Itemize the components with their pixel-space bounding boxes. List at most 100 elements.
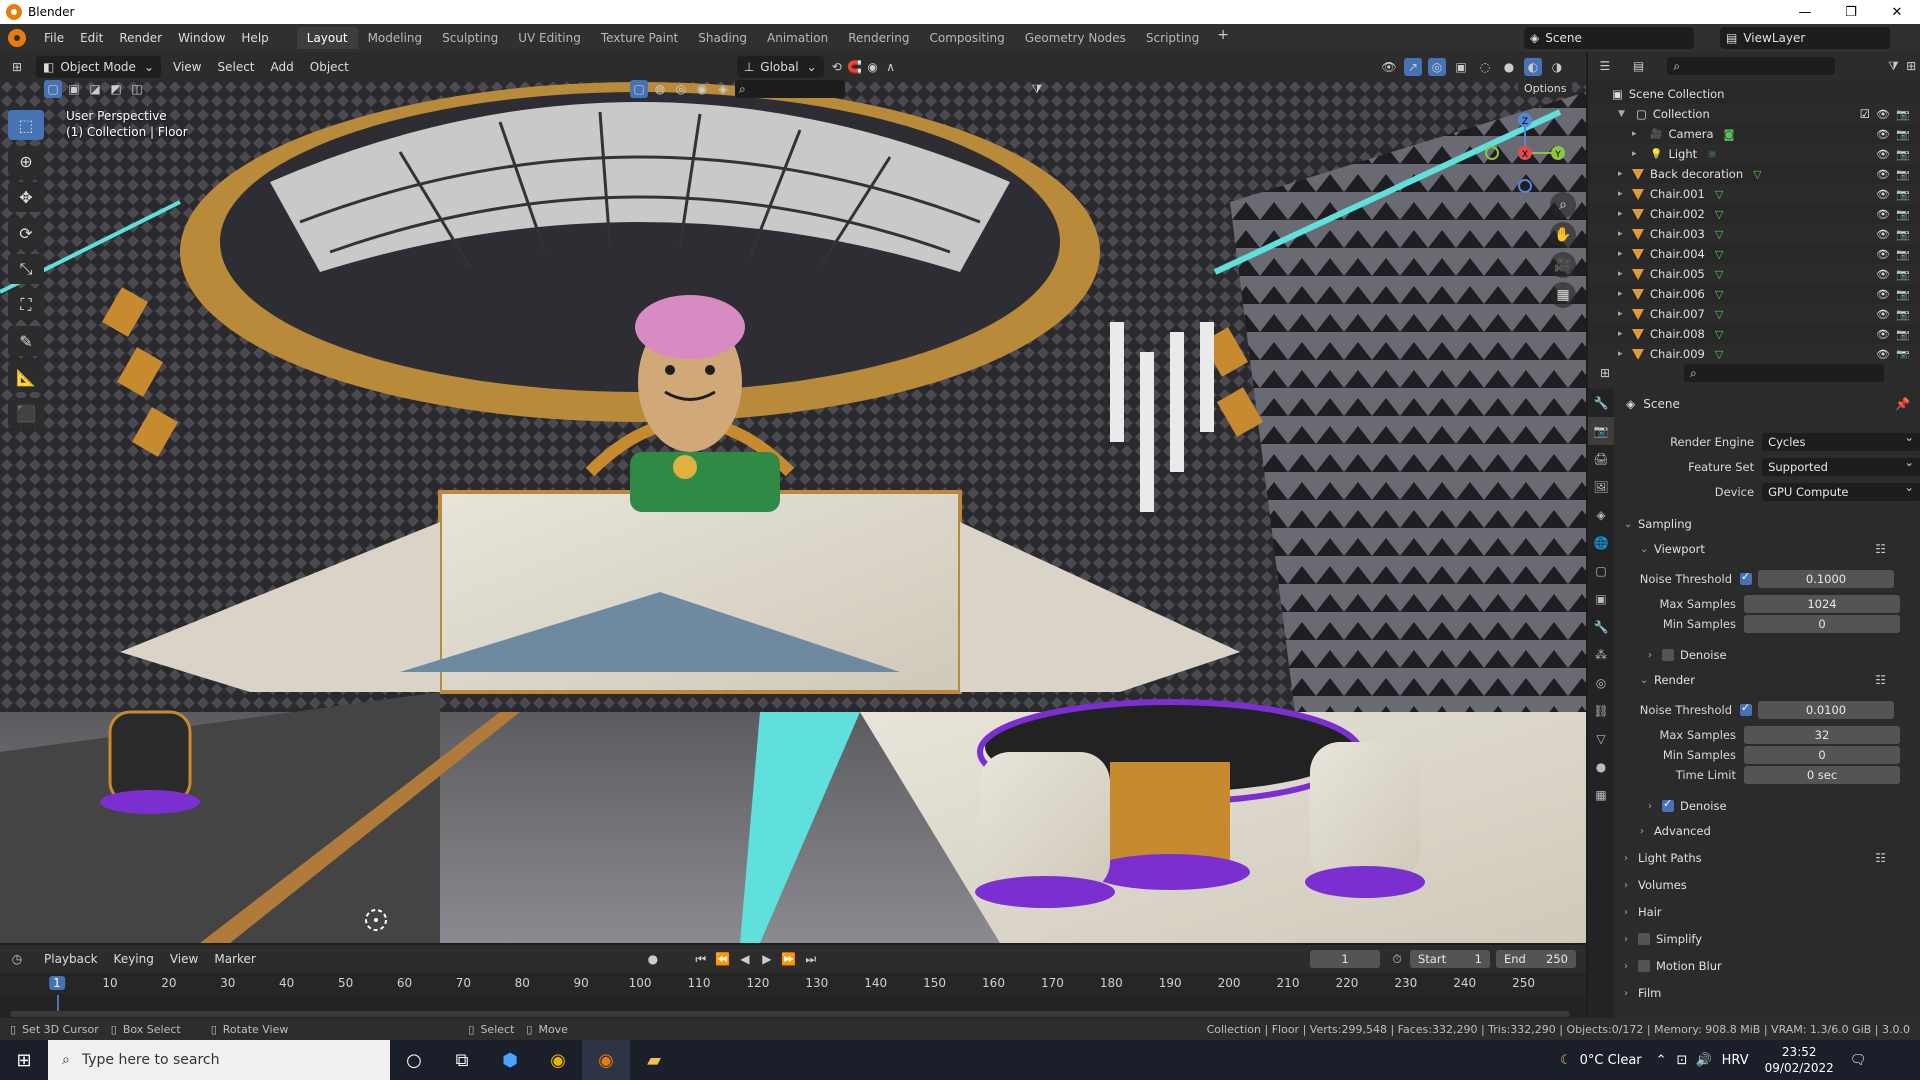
view-layer-tab-icon[interactable]: 🖼: [1588, 473, 1614, 501]
outliner-search-input[interactable]: ⌕: [1667, 57, 1835, 75]
modifier-tab-icon[interactable]: 🔧: [1588, 613, 1614, 641]
presets-list-icon[interactable]: ☷: [1875, 673, 1886, 687]
select-box-tool[interactable]: ⬚: [8, 110, 44, 140]
viewlayer-selector[interactable]: ▤ ViewLayer: [1720, 27, 1890, 49]
r-min-field[interactable]: 0: [1744, 746, 1900, 764]
blender-menu-icon[interactable]: [8, 29, 26, 47]
network-icon[interactable]: ⊡: [1677, 1053, 1688, 1068]
outliner-row-scene-collection[interactable]: ▣ Scene Collection: [1588, 84, 1920, 104]
render-camera-icon[interactable]: 📷: [1896, 108, 1910, 121]
outliner-row[interactable]: ▸ Chair.002 ▽ 👁 📷: [1588, 204, 1920, 224]
camera-view-icon[interactable]: 🎥: [1550, 252, 1576, 278]
chevron-up-icon[interactable]: ⌃: [1656, 1053, 1667, 1068]
select-subtract-icon[interactable]: ◪: [86, 80, 104, 98]
filter-light-icon[interactable]: ◍: [651, 80, 669, 98]
viewport-menu-view[interactable]: View: [165, 60, 209, 74]
render-camera-icon[interactable]: 📷: [1896, 228, 1910, 241]
properties-editor-icon[interactable]: ⊞: [1596, 364, 1614, 382]
chevron-down-icon[interactable]: ▼: [1618, 109, 1630, 119]
current-frame-field[interactable]: 1: [1310, 950, 1380, 968]
play-reverse-icon[interactable]: ◀: [736, 950, 754, 968]
scene-selector[interactable]: ◈ Scene: [1524, 27, 1694, 49]
prev-keyframe-icon[interactable]: ⏪: [714, 950, 732, 968]
r-time-field[interactable]: 0 sec: [1744, 766, 1900, 784]
file-explorer-icon[interactable]: ▰: [630, 1040, 678, 1080]
editor-type-icon[interactable]: ⊞: [8, 58, 26, 76]
output-tab-icon[interactable]: 🖨: [1588, 445, 1614, 473]
light-paths-panel[interactable]: › Light Paths ☷: [1624, 847, 1916, 869]
outliner-row[interactable]: ▸ 💡 Light ☼ 👁 📷: [1588, 144, 1920, 164]
select-intersect-icon[interactable]: ◫: [128, 80, 146, 98]
eye-icon[interactable]: 👁: [1876, 228, 1890, 241]
eye-icon[interactable]: 👁: [1876, 208, 1890, 221]
vp-noise-checkbox[interactable]: [1740, 570, 1752, 585]
outliner-row[interactable]: ▸ Chair.004 ▽ 👁 📷: [1588, 244, 1920, 264]
language-indicator[interactable]: HRV: [1722, 1053, 1749, 1068]
particles-tab-icon[interactable]: ⁂: [1588, 641, 1614, 669]
physics-tab-icon[interactable]: ◎: [1588, 669, 1614, 697]
texture-tab-icon[interactable]: ▦: [1588, 781, 1614, 809]
chevron-right-icon[interactable]: ▸: [1618, 209, 1630, 219]
overlays-icon[interactable]: ◎: [1428, 58, 1446, 76]
snap-icon[interactable]: 🧲: [846, 58, 864, 76]
checkbox-icon[interactable]: ☑: [1860, 107, 1870, 121]
render-camera-icon[interactable]: 📷: [1896, 128, 1910, 141]
render-camera-icon[interactable]: 📷: [1896, 328, 1910, 341]
hair-panel[interactable]: › Hair: [1624, 901, 1916, 923]
outliner-row-collection[interactable]: ▼ ▢ Collection ☑ 👁 📷: [1588, 104, 1920, 124]
falloff-icon[interactable]: ∧: [882, 58, 900, 76]
r-noise-checkbox[interactable]: [1740, 701, 1752, 716]
menu-window[interactable]: Window: [170, 31, 233, 45]
app-icon[interactable]: ⬢: [486, 1040, 534, 1080]
tab-sculpting[interactable]: Sculpting: [432, 27, 508, 49]
outliner-editor-icon[interactable]: ☰: [1596, 57, 1614, 75]
transform-tool[interactable]: ⛶: [8, 290, 44, 320]
cursor-tool[interactable]: ⊕: [8, 146, 44, 176]
rotate-tool[interactable]: ⟳: [8, 218, 44, 248]
filter-camera-icon[interactable]: ◎: [672, 80, 690, 98]
tab-geometry-nodes[interactable]: Geometry Nodes: [1015, 27, 1136, 49]
outliner-row[interactable]: ▸ 🎥 Camera ◙ 👁 📷: [1588, 124, 1920, 144]
simplify-checkbox[interactable]: [1638, 933, 1650, 945]
weather-text[interactable]: 0°C Clear: [1580, 1053, 1642, 1068]
clock-icon[interactable]: ⏱: [1388, 950, 1406, 968]
rendered-shading-icon[interactable]: ◑: [1548, 58, 1566, 76]
sampling-panel[interactable]: ⌄ Sampling: [1624, 513, 1916, 535]
collection-tab-icon[interactable]: ▢: [1588, 557, 1614, 585]
chevron-right-icon[interactable]: ▸: [1618, 329, 1630, 339]
vp-max-field[interactable]: 1024: [1744, 595, 1900, 613]
chrome-icon[interactable]: ◉: [534, 1040, 582, 1080]
select-extend-icon[interactable]: ▣: [65, 80, 83, 98]
outliner-row[interactable]: ▸ Chair.007 ▽ 👁 📷: [1588, 304, 1920, 324]
maximize-button[interactable]: ❐: [1828, 0, 1874, 24]
render-subpanel[interactable]: ⌄ Render ☷: [1640, 669, 1916, 691]
eye-icon[interactable]: 👁: [1876, 308, 1890, 321]
film-panel[interactable]: › Film: [1624, 982, 1916, 1004]
tab-compositing[interactable]: Compositing: [919, 27, 1014, 49]
simplify-panel[interactable]: › Simplify: [1624, 928, 1916, 950]
end-frame-field[interactable]: End 250: [1496, 950, 1576, 968]
render-engine-dropdown[interactable]: Cycles: [1762, 430, 1920, 451]
proportional-edit-icon[interactable]: ◉: [864, 58, 882, 76]
new-collection-icon[interactable]: ⊞: [1902, 57, 1920, 75]
eye-icon[interactable]: 👁: [1876, 268, 1890, 281]
transform-orientation[interactable]: ⊥ Global ⌄: [736, 56, 824, 78]
timeline-menu-view[interactable]: View: [162, 952, 206, 966]
eye-icon[interactable]: 👁: [1876, 328, 1890, 341]
notifications-icon[interactable]: 🗨: [1850, 1053, 1867, 1068]
annotate-tool[interactable]: ✎: [8, 326, 44, 356]
options-button[interactable]: Options: [1518, 80, 1573, 97]
tab-animation[interactable]: Animation: [757, 27, 838, 49]
r-noise-field[interactable]: 0.0100: [1758, 701, 1894, 719]
wireframe-shading-icon[interactable]: ◌: [1476, 58, 1494, 76]
eye-icon[interactable]: 👁: [1876, 188, 1890, 201]
add-cube-tool[interactable]: ⬛: [8, 398, 44, 428]
outliner-row[interactable]: ▸ Chair.006 ▽ 👁 📷: [1588, 284, 1920, 304]
add-workspace-button[interactable]: +: [1209, 27, 1237, 49]
filter-funnel-icon[interactable]: ⧩: [1885, 57, 1903, 75]
viewport-menu-select[interactable]: Select: [209, 60, 262, 74]
tab-layout[interactable]: Layout: [296, 27, 358, 49]
chevron-right-icon[interactable]: ▸: [1618, 269, 1630, 279]
render-camera-icon[interactable]: 📷: [1896, 188, 1910, 201]
advanced-subpanel[interactable]: › Advanced: [1640, 820, 1916, 842]
